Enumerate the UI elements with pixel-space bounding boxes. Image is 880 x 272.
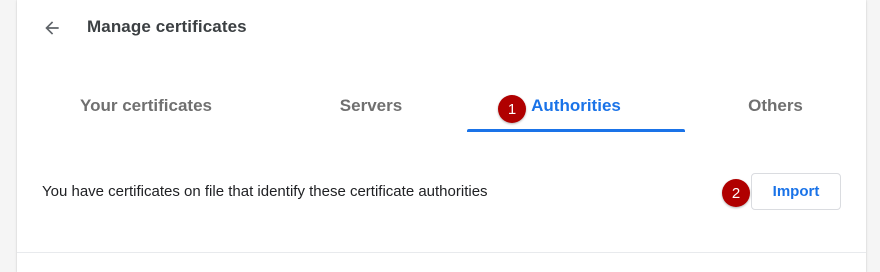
- tab-label: Authorities: [531, 95, 621, 115]
- arrow-back-icon: [42, 18, 62, 38]
- tab-your-certificates[interactable]: Your certificates: [17, 78, 275, 133]
- divider: [17, 252, 866, 253]
- selected-tab-indicator: [467, 129, 685, 132]
- import-button[interactable]: Import: [751, 173, 841, 210]
- back-button[interactable]: [37, 13, 67, 43]
- tab-label: Your certificates: [80, 95, 212, 115]
- page-title: Manage certificates: [87, 17, 247, 36]
- authorities-description: You have certificates on file that ident…: [42, 183, 488, 200]
- page-header: Manage certificates: [17, 0, 866, 56]
- tab-others[interactable]: Others: [685, 78, 866, 133]
- tab-label: Others: [748, 95, 803, 115]
- tab-servers[interactable]: Servers: [275, 78, 467, 133]
- certificate-tabs: Your certificates Servers Authorities Ot…: [17, 78, 866, 134]
- step-marker-1: 1: [498, 95, 526, 123]
- step-marker-2: 2: [722, 179, 750, 207]
- settings-card: Manage certificates Your certificates Se…: [17, 0, 866, 272]
- tab-label: Servers: [339, 95, 403, 115]
